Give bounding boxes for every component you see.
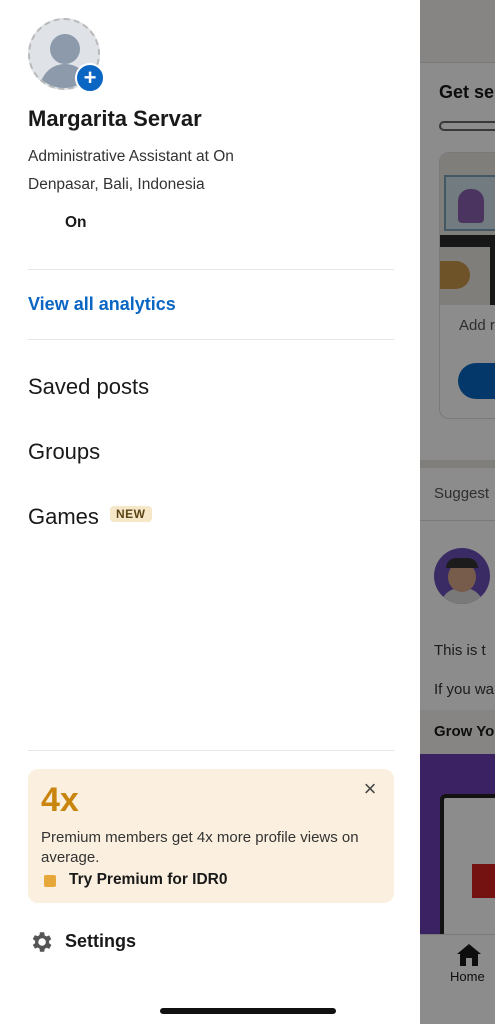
- profile-company[interactable]: On: [65, 214, 87, 232]
- premium-promo-card: 4x × Premium members get 4x more profile…: [28, 769, 394, 903]
- divider: [28, 750, 394, 751]
- divider: [28, 269, 394, 270]
- menu-item-saved-posts[interactable]: Saved posts: [28, 374, 149, 400]
- profile-name[interactable]: Margarita Servar: [28, 106, 202, 132]
- gear-icon: [32, 932, 52, 952]
- close-icon[interactable]: ×: [358, 777, 382, 801]
- settings-label: Settings: [65, 931, 137, 951]
- menu-item-games[interactable]: Games: [28, 504, 99, 530]
- add-photo-icon[interactable]: +: [75, 63, 105, 93]
- new-badge: NEW: [110, 506, 152, 522]
- premium-icon: [44, 875, 56, 887]
- home-indicator[interactable]: [160, 1008, 336, 1014]
- premium-multiplier: 4x: [41, 781, 79, 819]
- premium-message: Premium members get 4x more profile view…: [41, 829, 359, 866]
- divider: [28, 339, 394, 340]
- dim-overlay[interactable]: [420, 0, 495, 1024]
- profile-headline: Administrative Assistant at On: [28, 148, 234, 165]
- avatar-head: [50, 34, 80, 64]
- menu-item-groups[interactable]: Groups: [28, 439, 100, 465]
- try-premium-link[interactable]: Try Premium for IDR0: [69, 871, 228, 889]
- profile-location: Denpasar, Bali, Indonesia: [28, 176, 205, 193]
- view-all-analytics-link[interactable]: View all analytics: [28, 294, 176, 315]
- profile-drawer: + Margarita Servar Administrative Assist…: [0, 0, 420, 1024]
- background-feed: Get se Add r Suggest This is t If you wa…: [420, 0, 495, 1024]
